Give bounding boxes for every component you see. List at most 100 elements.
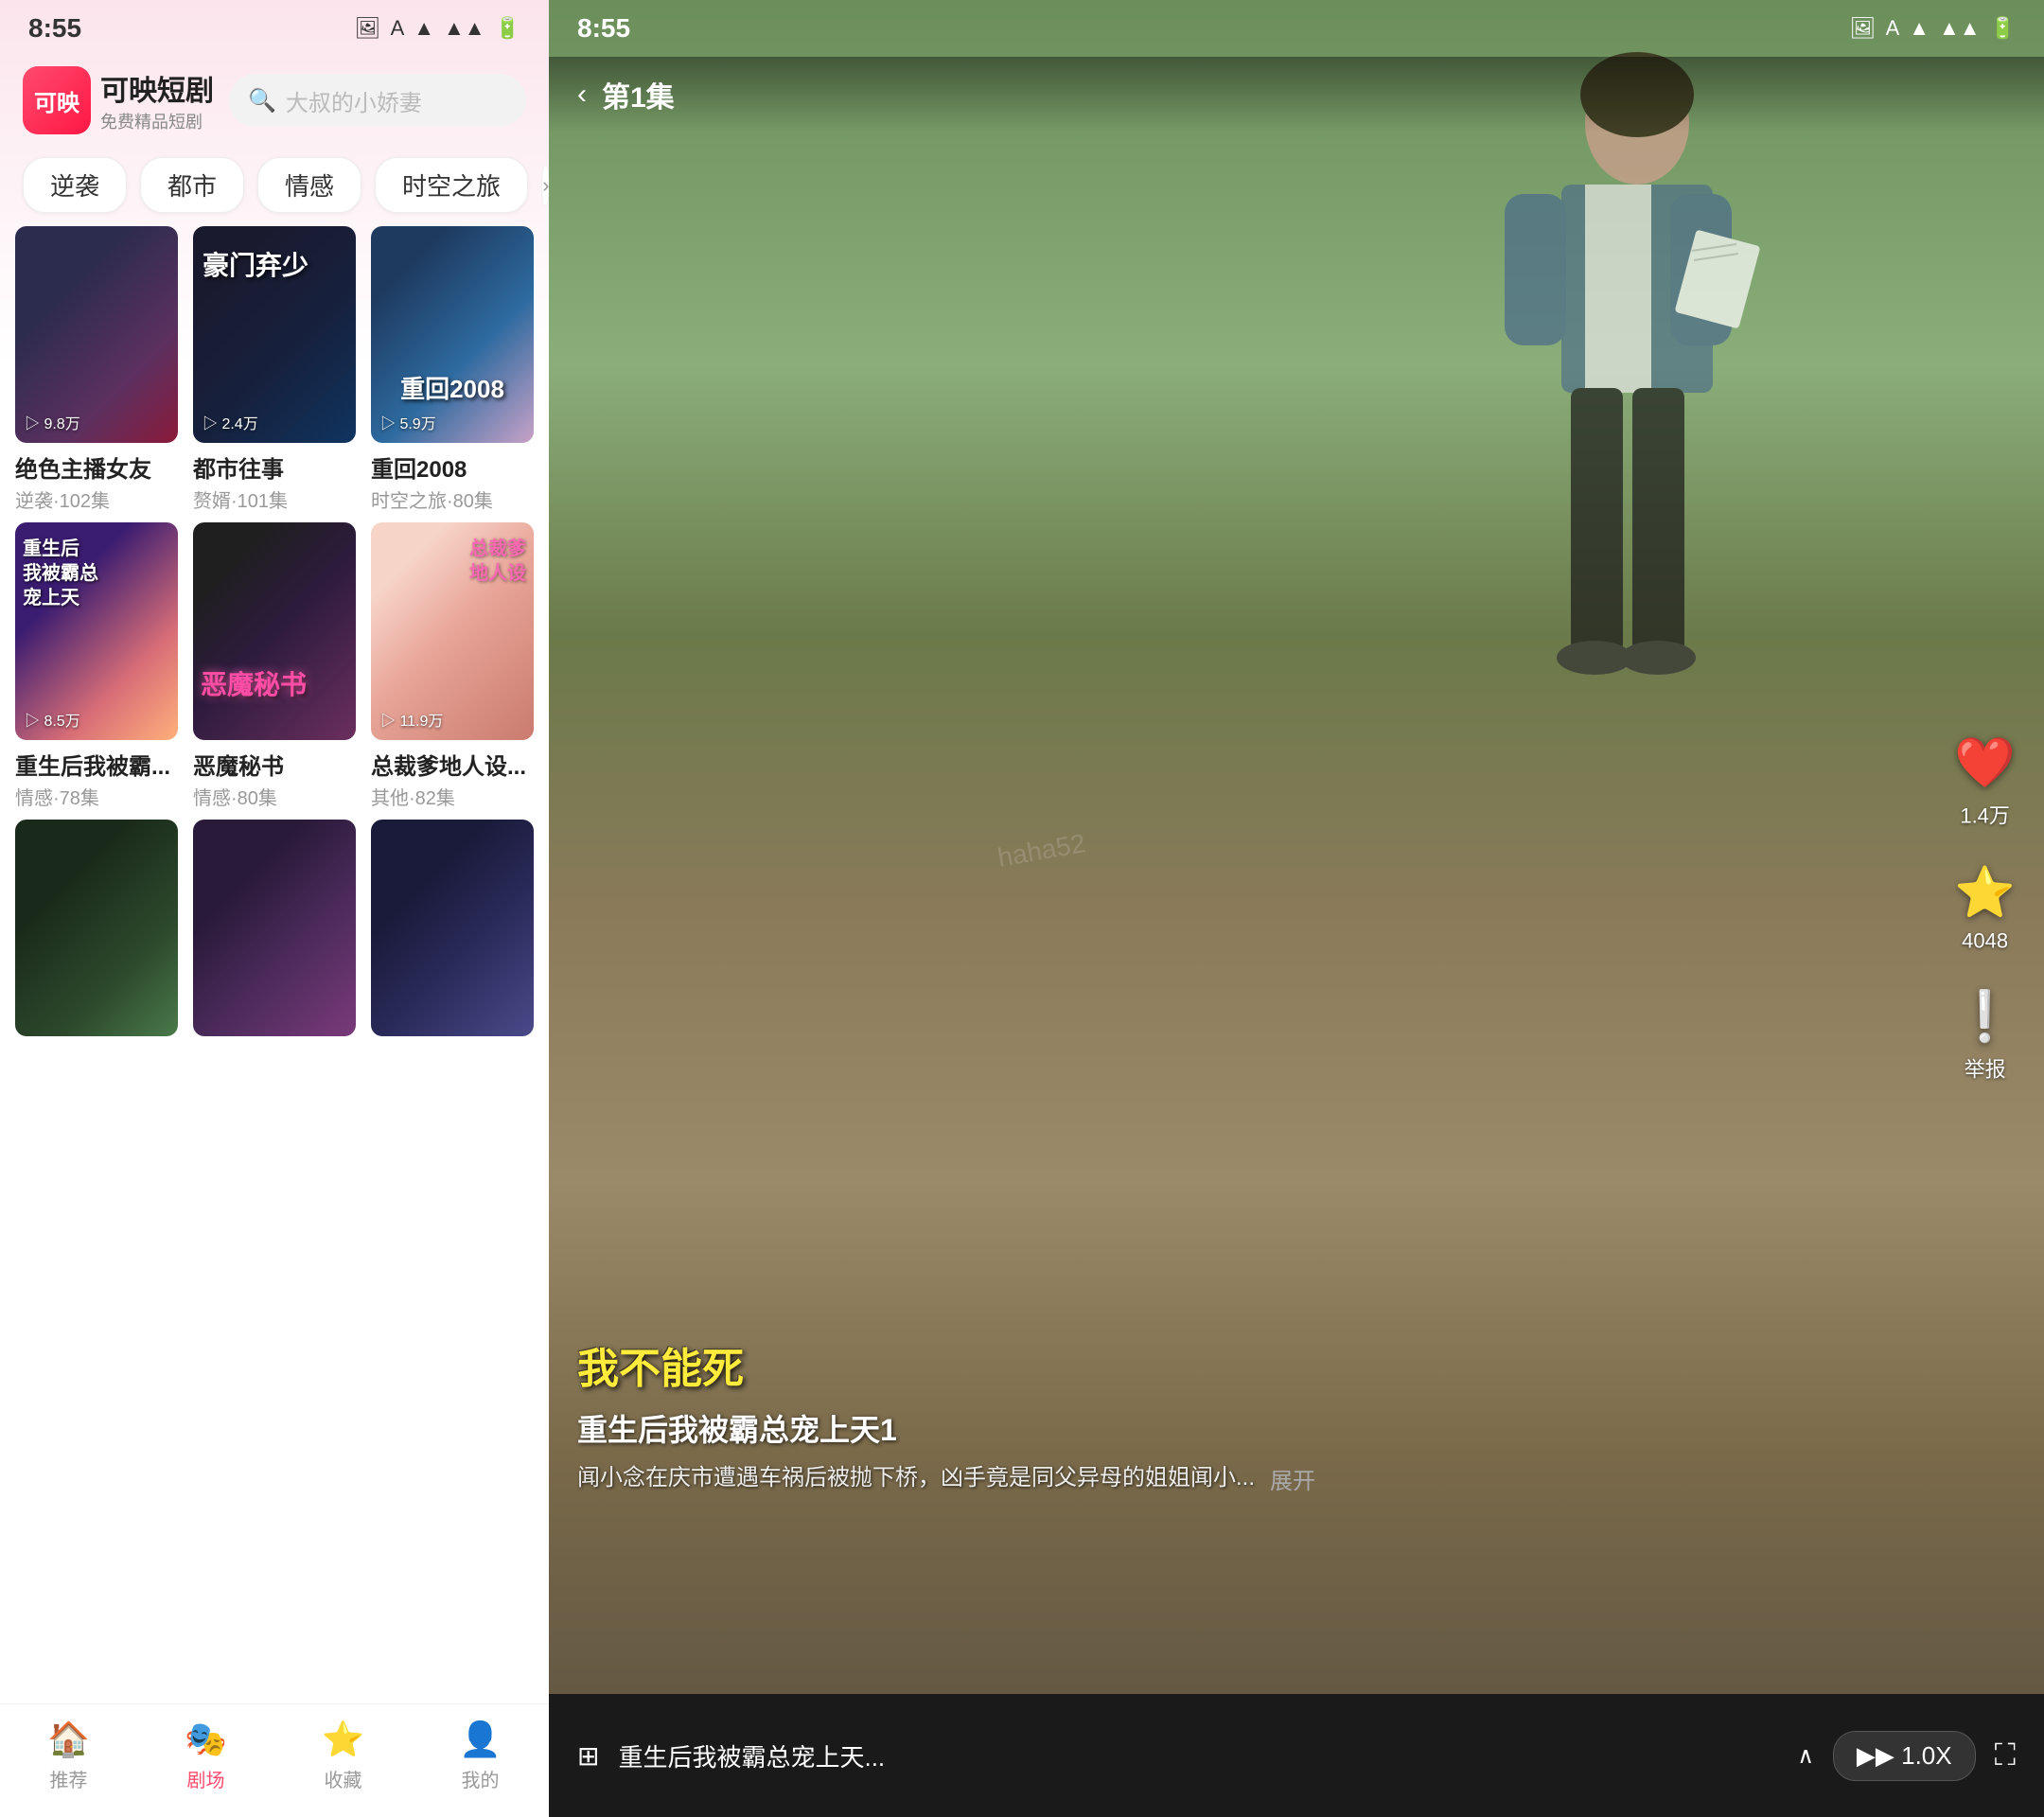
logo-title: 可映短剧 [100,67,214,109]
report-label: 举报 [1965,1053,2006,1084]
status-icons-left: 🖼 A ▲ ▲▲ 🔋 [355,16,520,41]
status-time-left: 8:55 [28,13,81,44]
drama-thumb-5: 恶魔秘书 [193,522,356,739]
star-icon: ⭐ [1954,864,2016,922]
drama-thumb-8 [193,820,356,1036]
drama-thumb-9 [371,820,534,1036]
video-desc-row: 闻小念在庆市遭遇车祸后被抛下桥，凶手竟是同父异母的姐姐闻小... 展开 [577,1461,1893,1495]
drama-thumb-4-text: 重生后我被霸总宠上天 [23,537,98,610]
font-icon-right: A [1886,16,1900,41]
play-count-2: ▷ 2.4万 [203,411,258,433]
bottom-nav: 🏠 推荐 🎭 剧场 ⭐ 收藏 👤 我的 [0,1703,549,1817]
person-svg [1429,47,1807,899]
drama-thumb-2-text: 豪门弃少 [203,245,308,283]
drama-thumb-3-text: 重回2008 [400,370,504,405]
like-btn[interactable]: ❤️ 1.4万 [1954,734,2016,830]
collect-icon: ⭐ [322,1720,364,1759]
video-description: 闻小念在庆市遭遇车祸后被抛下桥，凶手竟是同父异母的姐姐闻小... [577,1461,1255,1495]
battery-icon-right: 🔋 [1990,16,2016,41]
signal-icon-left: ▲▲ [444,16,485,41]
nav-item-mine[interactable]: 👤 我的 [459,1720,502,1792]
drama-meta-1: 逆袭·102集 [15,485,178,513]
status-time-right: 8:55 [577,13,630,44]
logo-subtitle: 免费精品短剧 [100,109,214,133]
drama-card-4[interactable]: 重生后我被霸总宠上天 ▷ 8.5万 重生后我被霸... 情感·78集 [15,522,178,809]
drama-meta-4: 情感·78集 [15,783,178,810]
drama-card-1[interactable]: ▷ 9.8万 绝色主播女友 逆袭·102集 [15,226,178,513]
drama-thumb-5-text: 恶魔秘书 [201,664,307,702]
collect-count: 4048 [1962,929,2008,954]
nav-label-theater: 剧场 [186,1765,224,1792]
drama-row-2: 重生后我被霸总宠上天 ▷ 8.5万 重生后我被霸... 情感·78集 恶魔秘书 … [15,522,534,809]
report-icon: ❕ [1954,988,2016,1046]
play-count-6: ▷ 11.9万 [380,708,443,731]
wifi-icon-right: ▲ [1909,16,1929,41]
content-grid: ▷ 9.8万 绝色主播女友 逆袭·102集 豪门弃少 ▷ 2.4万 都市往事 赘… [0,226,549,1703]
font-icon-left: A [391,16,405,41]
nav-label-home: 推荐 [49,1765,87,1792]
bottom-drama-title: 重生后我被霸总宠上天... [618,1738,1778,1773]
drama-thumb-6-text: 总裁爹地人设 [469,537,526,586]
nav-item-theater[interactable]: 🎭 剧场 [185,1720,227,1792]
search-bar[interactable]: 🔍 大叔的小娇妻 [229,74,526,127]
right-panel: haha52 8:55 🖼 A ▲ ▲▲ 🔋 ‹ 第1集 [549,0,2044,1817]
play-count-3: ▷ 5.9万 [380,411,436,433]
speed-button[interactable]: ▶▶ 1.0X [1833,1731,1976,1781]
drama-card-2[interactable]: 豪门弃少 ▷ 2.4万 都市往事 赘婿·101集 [193,226,356,513]
drama-thumb-2: 豪门弃少 ▷ 2.4万 [193,226,356,443]
play-count-4: ▷ 8.5万 [25,708,80,731]
cat-tag-4[interactable]: 时空之旅 [375,157,528,213]
drama-thumb-1: ▷ 9.8万 [15,226,178,443]
battery-icon-left: 🔋 [495,16,520,41]
category-row: 逆袭 都市 情感 时空之旅 › [0,144,549,226]
subtitle-text: 我不能死 [577,1334,1893,1395]
nav-label-mine: 我的 [461,1765,499,1792]
photo-icon-left: 🖼 [355,16,381,41]
drama-thumb-7 [15,820,178,1036]
home-icon: 🏠 [47,1720,90,1759]
mine-icon: 👤 [459,1720,502,1759]
nav-label-collect: 收藏 [324,1765,361,1792]
expand-button[interactable]: 展开 [1270,1462,1315,1495]
drama-card-7[interactable] [15,820,178,1036]
drama-row-1: ▷ 9.8万 绝色主播女友 逆袭·102集 豪门弃少 ▷ 2.4万 都市往事 赘… [15,226,534,513]
drama-title-5: 恶魔秘书 [193,748,356,781]
layers-icon: ⊞ [577,1740,599,1772]
drama-thumb-4: 重生后我被霸总宠上天 ▷ 8.5万 [15,522,178,739]
drama-card-8[interactable] [193,820,356,1036]
drama-thumb-3: 重回2008 ▷ 5.9万 [371,226,534,443]
theater-icon: 🎭 [185,1720,227,1759]
drama-meta-5: 情感·80集 [193,783,356,810]
drama-thumb-6: 总裁爹地人设 ▷ 11.9万 [371,522,534,739]
like-count: 1.4万 [1960,800,2010,830]
left-panel: 8:55 🖼 A ▲ ▲▲ 🔋 可映 可映短剧 免费精品短剧 🔍 大叔的小娇妻 … [0,0,549,1817]
app-header: 可映 可映短剧 免费精品短剧 🔍 大叔的小娇妻 [0,57,549,144]
nav-item-collect[interactable]: ⭐ 收藏 [322,1720,364,1792]
nav-item-home[interactable]: 🏠 推荐 [47,1720,90,1792]
heart-icon: ❤️ [1954,734,2016,792]
drama-meta-6: 其他·82集 [371,783,534,810]
search-placeholder: 大叔的小娇妻 [286,84,422,117]
cat-tag-1[interactable]: 逆袭 [23,157,127,213]
drama-card-6[interactable]: 总裁爹地人设 ▷ 11.9万 总裁爹地人设... 其他·82集 [371,522,534,809]
report-btn[interactable]: ❕ 举报 [1954,988,2016,1084]
drama-card-5[interactable]: 恶魔秘书 恶魔秘书 情感·80集 [193,522,356,809]
app-logo: 可映 可映短剧 免费精品短剧 [23,66,214,134]
cat-tag-3[interactable]: 情感 [257,157,361,213]
drama-title-4: 重生后我被霸... [15,748,178,781]
episode-label: 第1集 [602,74,675,115]
drama-title-3: 重回2008 [371,450,534,484]
fullscreen-button[interactable]: ⛶ [1995,1738,2016,1773]
cat-tag-2[interactable]: 都市 [140,157,244,213]
drama-title-1: 绝色主播女友 [15,450,178,484]
video-subtitle-area: 我不能死 重生后我被霸总宠上天1 闻小念在庆市遭遇车祸后被抛下桥，凶手竟是同父异… [577,1334,1893,1495]
bottom-expand-btn[interactable]: ∧ [1797,1742,1814,1770]
video-title: 重生后我被霸总宠上天1 [577,1406,1893,1450]
status-bar-left: 8:55 🖼 A ▲ ▲▲ 🔋 [0,0,549,57]
drama-card-9[interactable] [371,820,534,1036]
drama-card-3[interactable]: 重回2008 ▷ 5.9万 重回2008 时空之旅·80集 [371,226,534,513]
back-button[interactable]: ‹ [577,79,587,111]
collect-btn[interactable]: ⭐ 4048 [1954,864,2016,954]
search-icon: 🔍 [248,87,276,115]
cat-more-btn[interactable]: › [541,165,549,206]
